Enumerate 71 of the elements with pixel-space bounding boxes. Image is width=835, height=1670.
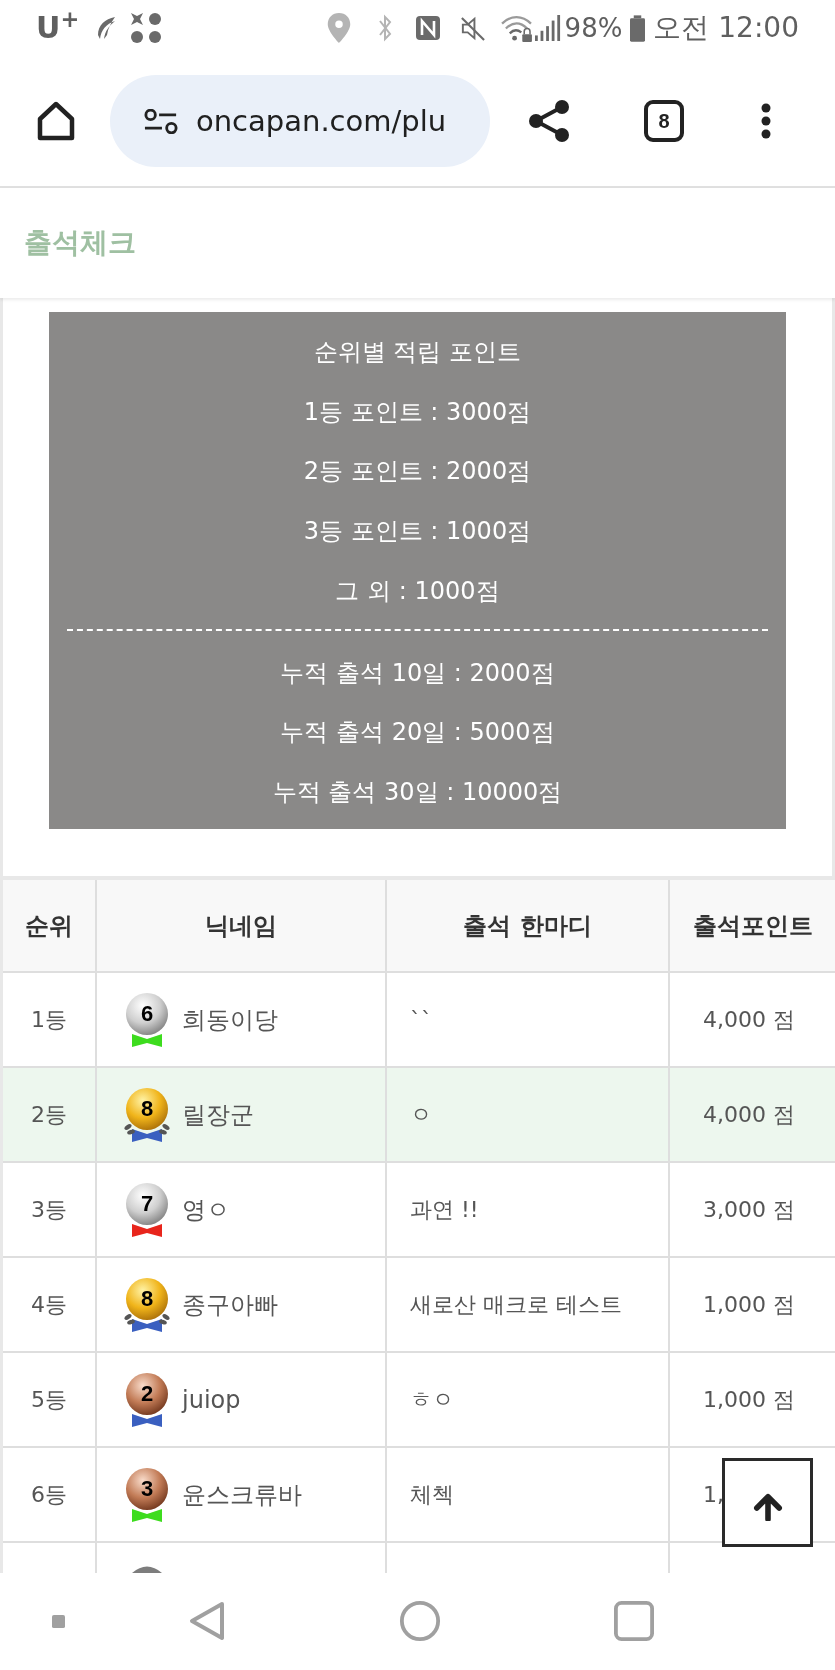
shapes-grid-icon [129,11,164,45]
battery-icon [630,14,646,42]
back-icon [188,1600,226,1642]
home-icon [35,100,77,142]
tune-icon[interactable] [144,108,178,134]
clock-time: 오전 12:00 [653,14,799,42]
page-title: 출석체크 [24,229,136,257]
comment-text: 새로산 매크로 테스트 [410,1291,622,1319]
signal-icon [534,15,561,41]
comment-text: 과연 !! [410,1196,479,1224]
more-menu-icon [761,103,771,139]
nickname: 릴장군 [182,1099,254,1131]
rank-points-line: 3등 포인트 : 1000점 [302,516,533,548]
rank-points-line: 그 외 : 1000점 [334,575,501,607]
menu-button[interactable] [760,101,772,141]
column-header: 닉네임 [205,910,277,942]
share-icon [527,99,571,143]
column-header: 출석 한마디 [463,910,592,942]
points-text: 1,000 점 [703,1291,795,1319]
carrier-label: U$^{+}$ [36,13,80,43]
points-text: 1,000 점 [703,1386,795,1414]
nickname: 윤스크류바 [182,1479,302,1511]
rank-points-line: 1등 포인트 : 3000점 [302,396,533,428]
arrow-up-icon [752,1492,783,1521]
rank-text: 5등 [31,1386,67,1414]
rank-text: 1등 [31,1006,67,1034]
nickname: juiop [182,1384,241,1416]
recents-icon [614,1601,654,1641]
medal-number: 8 [139,1285,155,1312]
comment-text: ㅎㅇ [410,1386,454,1414]
location-icon [326,13,351,43]
column-header: 순위 [25,910,73,942]
column-header: 출석포인트 [692,910,813,942]
medal-number: 2 [139,1380,155,1407]
medal-number: 8 [139,1095,155,1122]
streak-points-line: 누적 출석 30일 : 10000점 [271,777,564,809]
scroll-top-button[interactable] [722,1458,813,1547]
bluetooth-icon [376,14,393,42]
rank-text: 4등 [31,1291,67,1319]
points-text: 4,000 점 [703,1006,795,1034]
points-text: 3,000 점 [703,1196,795,1224]
points-text: 1, [703,1481,724,1509]
nickname: 희동이당 [182,1004,278,1036]
home-nav-button[interactable] [398,1599,442,1643]
streak-points-line: 누적 출석 10일 : 2000점 [279,657,556,689]
points-title: 순위별 적립 포인트 [312,336,523,368]
tab-count-button[interactable]: 8 [644,100,684,142]
points-text: 4,000 점 [703,1101,795,1129]
medal-number: 7 [139,1190,155,1217]
nickname: 영ㅇ [182,1194,230,1226]
comment-text: 체첵 [410,1481,454,1509]
comment-text: ㅇ [410,1101,432,1129]
rank-text: 6등 [31,1481,67,1509]
comment-text: `` [410,1006,432,1034]
battery-percent: 98% [564,15,623,41]
rank-text: 3등 [31,1196,67,1224]
rank-text: 2등 [31,1101,67,1129]
leaf-icon [95,15,118,41]
share-button[interactable] [526,98,572,144]
medal-number: 6 [139,1000,155,1027]
rank-points-line: 2등 포인트 : 2000점 [302,456,533,488]
address-bar[interactable]: oncapan.com/plu [110,75,490,167]
home-circle-icon [399,1600,441,1642]
nfc-icon [414,15,441,41]
recents-button[interactable] [613,1600,655,1642]
wifi-icon [499,14,533,42]
medal-number: 3 [139,1475,155,1502]
url-text: oncapan.com/plu [196,106,447,136]
mute-icon [458,14,486,42]
streak-points-line: 누적 출석 20일 : 5000점 [279,717,556,749]
nickname: 종구아빠 [182,1289,278,1321]
